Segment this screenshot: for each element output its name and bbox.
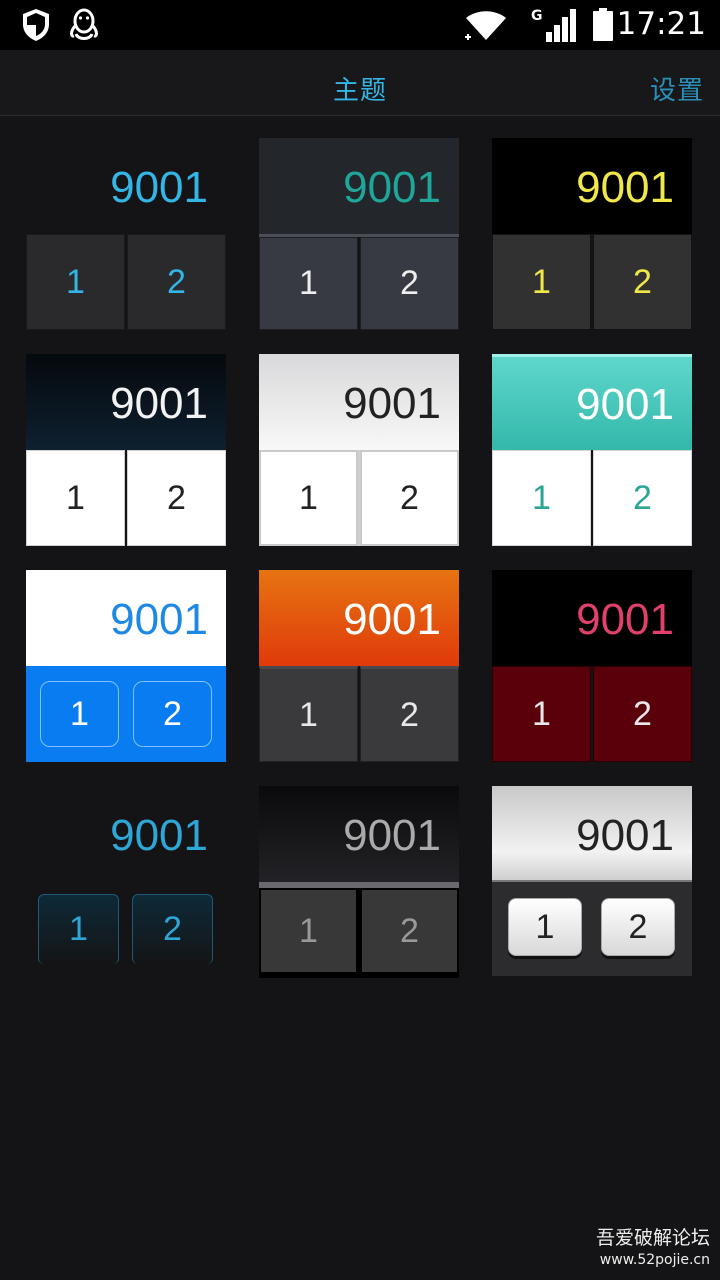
signal-icon bbox=[540, 8, 578, 46]
key-2: 2 bbox=[593, 450, 692, 546]
theme-display: 9001 bbox=[492, 570, 692, 666]
theme-grid: 9001 1 2 9001 1 2 9001 1 2 9001 1 2 9001… bbox=[26, 138, 696, 978]
theme-display: 9001 bbox=[492, 354, 692, 450]
theme-tile-12[interactable]: 9001 1 2 bbox=[492, 786, 692, 978]
key-1: 1 bbox=[492, 666, 591, 762]
theme-display: 9001 bbox=[259, 570, 459, 666]
key-1: 1 bbox=[38, 894, 119, 964]
theme-keypad: 1 2 bbox=[259, 234, 459, 333]
watermark-url: www.52pojie.cn bbox=[599, 1252, 710, 1268]
theme-tile-6[interactable]: 9001 1 2 bbox=[492, 354, 692, 546]
display-number: 9001 bbox=[110, 595, 208, 644]
theme-keypad: 1 2 bbox=[26, 450, 226, 546]
key-1: 1 bbox=[508, 898, 582, 956]
display-number: 9001 bbox=[343, 811, 441, 860]
settings-button[interactable]: 设置 bbox=[650, 70, 704, 107]
theme-tile-9[interactable]: 9001 1 2 bbox=[492, 570, 692, 762]
theme-display: 9001 bbox=[259, 354, 459, 450]
key-1: 1 bbox=[26, 450, 125, 546]
display-number: 9001 bbox=[110, 163, 208, 212]
theme-tile-10[interactable]: 9001 1 2 bbox=[26, 786, 226, 978]
display-number: 9001 bbox=[343, 595, 441, 644]
display-number: 9001 bbox=[576, 595, 674, 644]
theme-tile-8[interactable]: 9001 1 2 bbox=[259, 570, 459, 762]
qq-penguin-icon bbox=[68, 8, 100, 46]
battery-icon bbox=[592, 8, 614, 46]
key-2: 2 bbox=[360, 237, 459, 330]
watermark-title: 吾爱破解论坛 bbox=[595, 1227, 710, 1249]
theme-keypad: 1 2 bbox=[26, 666, 226, 762]
theme-keypad: 1 2 bbox=[492, 882, 692, 976]
theme-display: 9001 bbox=[492, 138, 692, 234]
key-2: 2 bbox=[132, 894, 213, 964]
theme-tile-1[interactable]: 9001 1 2 bbox=[26, 138, 226, 330]
watermark: 吾爱破解论坛 www.52pojie.cn bbox=[596, 1223, 710, 1268]
page-title: 主题 bbox=[332, 76, 387, 106]
key-2: 2 bbox=[133, 681, 212, 747]
key-1: 1 bbox=[259, 237, 358, 330]
theme-display: 9001 bbox=[26, 570, 226, 666]
theme-header: 主题 设置 bbox=[0, 50, 720, 116]
theme-keypad: 1 2 bbox=[492, 666, 692, 762]
key-1: 1 bbox=[259, 666, 358, 762]
display-number: 9001 bbox=[110, 811, 208, 860]
display-number: 9001 bbox=[110, 379, 208, 428]
theme-tile-5[interactable]: 9001 1 2 bbox=[259, 354, 459, 546]
theme-keypad: 1 2 bbox=[259, 450, 459, 546]
key-2: 2 bbox=[360, 450, 459, 546]
key-2: 2 bbox=[127, 234, 226, 330]
shield-icon bbox=[22, 8, 50, 46]
wifi-icon bbox=[464, 10, 508, 46]
display-number: 9001 bbox=[576, 163, 674, 212]
theme-keypad: 1 2 bbox=[259, 882, 459, 978]
theme-display: 9001 bbox=[259, 138, 459, 234]
display-number: 9001 bbox=[576, 380, 674, 429]
theme-tile-3[interactable]: 9001 1 2 bbox=[492, 138, 692, 330]
status-time: 17:21 bbox=[616, 6, 706, 42]
theme-keypad: 1 2 bbox=[259, 666, 459, 762]
theme-keypad: 1 2 bbox=[492, 450, 692, 546]
display-number: 9001 bbox=[343, 163, 441, 212]
key-2: 2 bbox=[601, 898, 675, 956]
theme-keypad: 1 2 bbox=[492, 234, 692, 330]
key-1: 1 bbox=[492, 450, 591, 546]
theme-display: 9001 bbox=[26, 786, 226, 882]
theme-keypad: 1 2 bbox=[26, 882, 226, 978]
theme-display: 9001 bbox=[259, 786, 459, 882]
key-1: 1 bbox=[492, 234, 591, 330]
key-1: 1 bbox=[26, 234, 125, 330]
key-2: 2 bbox=[360, 666, 459, 762]
theme-display: 9001 bbox=[26, 354, 226, 450]
status-bar: G 17:21 bbox=[0, 0, 720, 50]
key-1: 1 bbox=[259, 450, 358, 546]
theme-tile-7[interactable]: 9001 1 2 bbox=[26, 570, 226, 762]
theme-tile-11[interactable]: 9001 1 2 bbox=[259, 786, 459, 978]
key-2: 2 bbox=[593, 666, 692, 762]
display-number: 9001 bbox=[576, 811, 674, 860]
key-2: 2 bbox=[360, 888, 459, 974]
theme-tile-4[interactable]: 9001 1 2 bbox=[26, 354, 226, 546]
key-1: 1 bbox=[259, 888, 358, 974]
key-1: 1 bbox=[40, 681, 119, 747]
key-2: 2 bbox=[593, 234, 692, 330]
theme-display: 9001 bbox=[492, 786, 692, 882]
theme-display: 9001 bbox=[26, 138, 226, 234]
display-number: 9001 bbox=[343, 379, 441, 428]
theme-tile-2[interactable]: 9001 1 2 bbox=[259, 138, 459, 330]
theme-keypad: 1 2 bbox=[26, 234, 226, 330]
key-2: 2 bbox=[127, 450, 226, 546]
